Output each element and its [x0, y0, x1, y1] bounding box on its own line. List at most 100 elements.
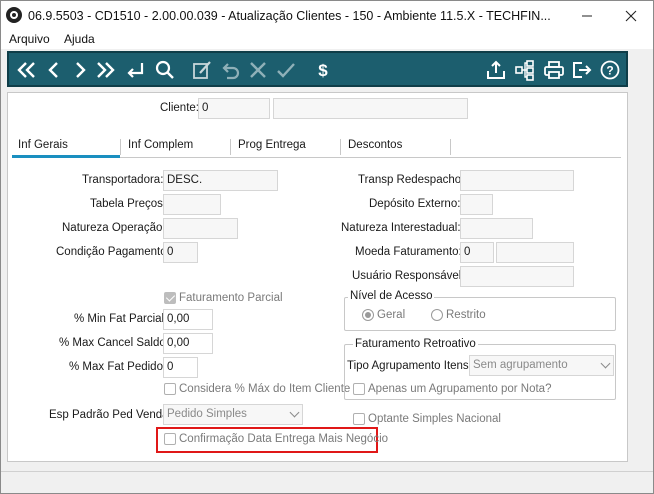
moeda-faturamento-label: Moeda Faturamento: — [355, 246, 462, 258]
next-icon — [76, 62, 86, 78]
faturamento-parcial-label: Faturamento Parcial — [179, 292, 283, 304]
export-button[interactable] — [483, 57, 509, 83]
tipo-agrupamento-label: Tipo Agrupamento Itens: — [347, 360, 472, 372]
considera-label: Considera % Máx do Item Cliente — [179, 383, 351, 395]
help-button[interactable]: ? — [597, 57, 623, 83]
transp-redespacho-field[interactable] — [460, 170, 574, 191]
confirm-button[interactable] — [273, 57, 299, 83]
natureza-interestadual-label: Natureza Interestadual: — [341, 222, 461, 234]
transportadora-label: Transportadora: — [82, 174, 164, 186]
min-fat-parcial-field[interactable]: 0,00 — [163, 309, 213, 330]
min-fat-parcial-label: % Min Fat Parcial: — [74, 313, 168, 325]
transportadora-field[interactable]: DESC. — [163, 170, 278, 191]
cliente-label: Cliente: — [160, 102, 199, 114]
toolbar: $ ? — [7, 51, 628, 87]
tabela-precos-field[interactable] — [163, 194, 221, 215]
menu-ajuda[interactable]: Ajuda — [64, 32, 95, 46]
max-cancel-saldo-field[interactable]: 0,00 — [163, 333, 213, 354]
edit-icon — [193, 61, 211, 79]
esp-padrao-label: Esp Padrão Ped Venda: — [49, 409, 172, 421]
last-record-button[interactable] — [93, 57, 119, 83]
svg-text:$: $ — [318, 61, 328, 80]
price-button[interactable]: $ — [310, 57, 336, 83]
geral-radio[interactable] — [362, 309, 374, 321]
condicao-pagamento-label: Condição Pagamento: — [56, 246, 170, 258]
apenas-um-label: Apenas um Agrupamento por Nota? — [368, 383, 552, 395]
minimize-icon — [582, 15, 592, 17]
tab-separator — [230, 139, 231, 155]
usuario-responsavel-field[interactable] — [460, 266, 574, 287]
undo-button[interactable] — [217, 57, 243, 83]
cancel-button[interactable] — [245, 57, 271, 83]
window-title: 06.9.5503 - CD1510 - 2.00.00.039 - Atual… — [28, 9, 551, 23]
main-panel: Cliente: 0 Inf Gerais Inf Complem Prog E… — [7, 92, 628, 462]
considera-checkbox[interactable] — [164, 383, 176, 395]
geral-label: Geral — [377, 309, 406, 321]
totvs-logo-icon — [6, 7, 22, 23]
cliente-name-field — [273, 98, 468, 119]
natureza-interestadual-field[interactable] — [460, 218, 533, 239]
tab-separator — [450, 139, 451, 155]
previous-record-button[interactable] — [41, 57, 67, 83]
max-fat-pedido-field[interactable]: 0 — [163, 357, 198, 378]
exit-icon — [573, 62, 592, 78]
confirm-icon — [277, 63, 295, 78]
nivel-acesso-title: Nível de Acesso — [348, 290, 435, 302]
natureza-operacao-label: Natureza Operação: — [62, 222, 166, 234]
print-icon — [544, 61, 564, 79]
tab-prog-entrega[interactable]: Prog Entrega — [238, 139, 306, 157]
minimize-button[interactable] — [565, 1, 609, 31]
cancel-icon — [250, 62, 266, 78]
moeda-faturamento-desc-field — [496, 242, 574, 263]
cliente-code-field[interactable]: 0 — [198, 98, 270, 119]
chevron-down-icon — [289, 407, 300, 418]
edit-button[interactable] — [189, 57, 215, 83]
search-button[interactable] — [152, 57, 178, 83]
faturamento-parcial-checkbox[interactable] — [164, 292, 176, 304]
natureza-operacao-field[interactable] — [163, 218, 238, 239]
menu-arquivo[interactable]: Arquivo — [9, 32, 50, 46]
hierarchy-button[interactable] — [512, 57, 538, 83]
print-button[interactable] — [541, 57, 567, 83]
apenas-um-checkbox[interactable] — [353, 383, 365, 395]
next-record-button[interactable] — [67, 57, 93, 83]
restrito-radio[interactable] — [431, 309, 443, 321]
dollar-icon: $ — [318, 61, 328, 80]
esp-padrao-select[interactable]: Pedido Simples — [163, 404, 303, 425]
usuario-responsavel-label: Usuário Responsável: — [352, 270, 465, 282]
first-record-button[interactable] — [13, 57, 39, 83]
svg-text:?: ? — [606, 64, 613, 78]
goto-button[interactable] — [122, 57, 148, 83]
help-icon: ? — [600, 60, 620, 80]
deposito-externo-label: Depósito Externo: — [369, 198, 461, 210]
confirmacao-label: Confirmação Data Entrega Mais Negócio — [179, 433, 389, 445]
menu-bar: Arquivo Ajuda — [1, 31, 653, 49]
tipo-agrupamento-value: Sem agrupamento — [473, 359, 568, 371]
optante-checkbox[interactable] — [353, 413, 365, 425]
close-button[interactable] — [609, 1, 653, 31]
tab-separator — [120, 139, 121, 155]
last-icon — [97, 62, 115, 78]
tab-inf-complem[interactable]: Inf Complem — [128, 139, 193, 157]
search-icon — [155, 60, 174, 79]
faturamento-retroativo-title: Faturamento Retroativo — [353, 338, 478, 350]
optante-label: Optante Simples Nacional — [368, 413, 501, 425]
title-bar: 06.9.5503 - CD1510 - 2.00.00.039 - Atual… — [1, 1, 653, 31]
transp-redespacho-label: Transp Redespacho: — [358, 174, 465, 186]
tipo-agrupamento-select[interactable]: Sem agrupamento — [469, 355, 614, 376]
deposito-externo-field[interactable] — [460, 194, 493, 215]
tab-descontos[interactable]: Descontos — [348, 139, 402, 157]
active-tab-indicator — [12, 155, 120, 158]
status-bar — [1, 471, 653, 493]
tab-separator — [340, 139, 341, 155]
close-icon — [625, 10, 637, 22]
condicao-pagamento-field[interactable]: 0 — [163, 242, 198, 263]
first-icon — [17, 62, 35, 78]
max-cancel-saldo-label: % Max Cancel Saldo: — [59, 337, 169, 349]
exit-button[interactable] — [569, 57, 595, 83]
hierarchy-icon — [515, 60, 534, 81]
chevron-down-icon — [600, 358, 611, 369]
undo-icon — [222, 63, 240, 80]
confirmacao-checkbox[interactable] — [164, 433, 176, 445]
moeda-faturamento-field[interactable]: 0 — [460, 242, 494, 263]
